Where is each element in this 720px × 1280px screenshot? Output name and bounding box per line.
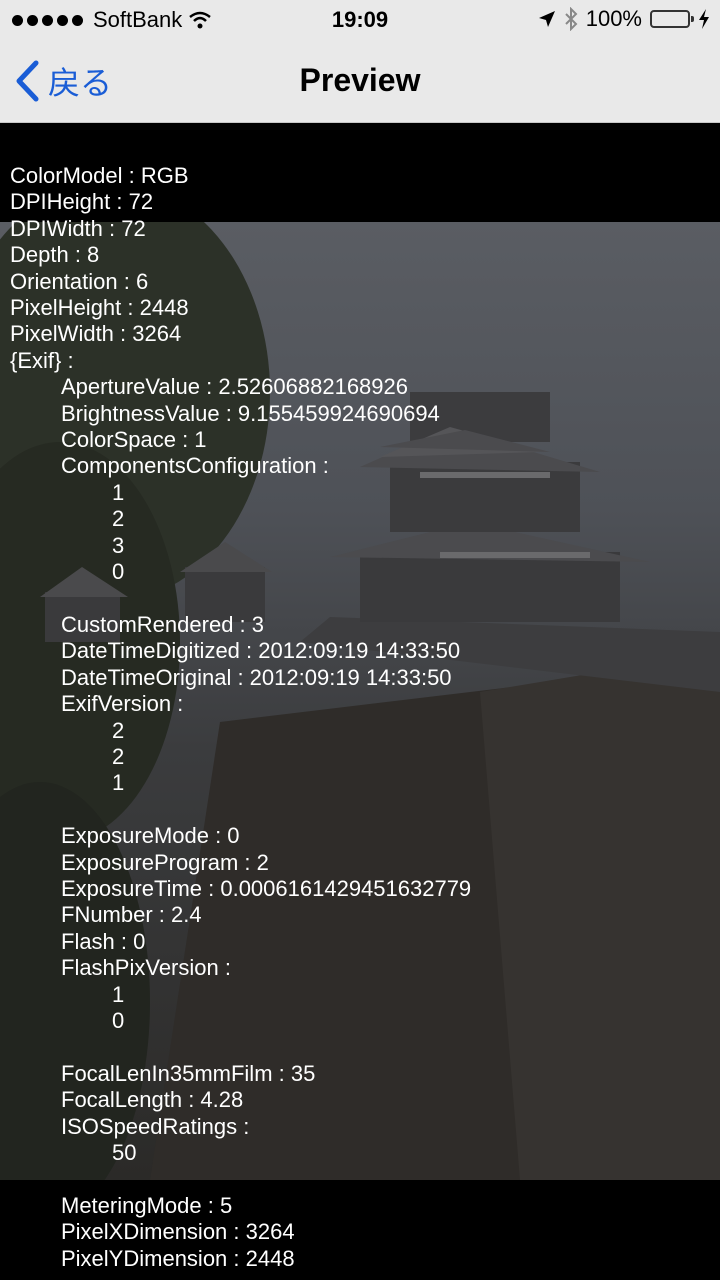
- meta-pixel-x-dimension: PixelXDimension : 3264: [61, 1219, 295, 1245]
- navigation-bar: 戻る Preview: [0, 40, 720, 123]
- meta-exif-header: {Exif} :: [10, 347, 74, 373]
- meta-metering-mode: MeteringMode : 5: [61, 1192, 233, 1218]
- meta-components-value: 2: [112, 506, 125, 532]
- meta-custom-rendered: CustomRendered : 3: [61, 611, 264, 637]
- meta-spacer: [10, 1166, 471, 1192]
- meta-spacer: [10, 1034, 471, 1060]
- meta-flashpix-value: 1: [112, 981, 125, 1007]
- meta-color-model: ColorModel : RGB: [10, 163, 189, 188]
- battery-percent: 100%: [585, 6, 642, 31]
- meta-spacer: [10, 586, 471, 612]
- meta-flashpix-version: FlashPixVersion :: [61, 955, 231, 981]
- meta-exif-version-value: 1: [112, 770, 125, 796]
- meta-flashpix-value: 0: [112, 1007, 125, 1033]
- meta-focal-length: FocalLength : 4.28: [61, 1087, 244, 1113]
- meta-exif-version-value: 2: [112, 743, 125, 769]
- meta-exif-version-value: 2: [112, 717, 125, 743]
- meta-components-config: ComponentsConfiguration :: [61, 453, 329, 479]
- meta-iso-value: 50: [112, 1139, 137, 1165]
- meta-dpi-width: DPIWidth : 72: [10, 215, 146, 241]
- meta-fnumber: FNumber : 2.4: [61, 902, 202, 928]
- meta-color-space: ColorSpace : 1: [61, 427, 207, 453]
- meta-pixel-width: PixelWidth : 3264: [10, 321, 182, 347]
- meta-exposure-mode: ExposureMode : 0: [61, 823, 240, 849]
- meta-dpi-height: DPIHeight : 72: [10, 189, 154, 215]
- meta-exposure-time: ExposureTime : 0.0006161429451632779: [61, 875, 472, 901]
- preview-content[interactable]: ColorModel : RGB DPIHeight : 72 DPIWidth…: [0, 123, 720, 1280]
- meta-exposure-program: ExposureProgram : 2: [61, 849, 269, 875]
- meta-components-value: 1: [112, 479, 125, 505]
- meta-flash: Flash : 0: [61, 928, 146, 954]
- page-title: Preview: [299, 62, 421, 98]
- meta-components-value: 0: [112, 559, 125, 585]
- meta-datetime-digitized: DateTimeDigitized : 2012:09:19 14:33:50: [61, 638, 461, 664]
- meta-datetime-original: DateTimeOriginal : 2012:09:19 14:33:50: [61, 664, 452, 690]
- meta-pixel-y-dimension: PixelYDimension : 2448: [61, 1245, 295, 1271]
- location-arrow-icon: [538, 11, 555, 27]
- image-metadata: ColorModel : RGB DPIHeight : 72 DPIWidth…: [10, 163, 471, 1272]
- meta-brightness: BrightnessValue : 9.155459924690694: [61, 400, 440, 426]
- meta-iso: ISOSpeedRatings :: [61, 1113, 250, 1139]
- meta-aperture: ApertureValue : 2.52606882168926: [61, 374, 408, 400]
- meta-components-value: 3: [112, 532, 125, 558]
- meta-spacer: [10, 797, 471, 823]
- meta-pixel-height: PixelHeight : 2448: [10, 295, 189, 321]
- battery-icon: [650, 10, 694, 28]
- meta-depth: Depth : 8: [10, 242, 100, 268]
- meta-focal-35mm: FocalLenIn35mmFilm : 35: [61, 1060, 316, 1086]
- status-bar: SoftBank 19:09 100%: [0, 0, 720, 40]
- charging-bolt-icon: [699, 9, 709, 29]
- meta-exif-version: ExifVersion :: [61, 691, 184, 717]
- meta-orientation: Orientation : 6: [10, 268, 149, 294]
- status-right: 100%: [538, 6, 710, 32]
- bluetooth-icon: [565, 7, 578, 31]
